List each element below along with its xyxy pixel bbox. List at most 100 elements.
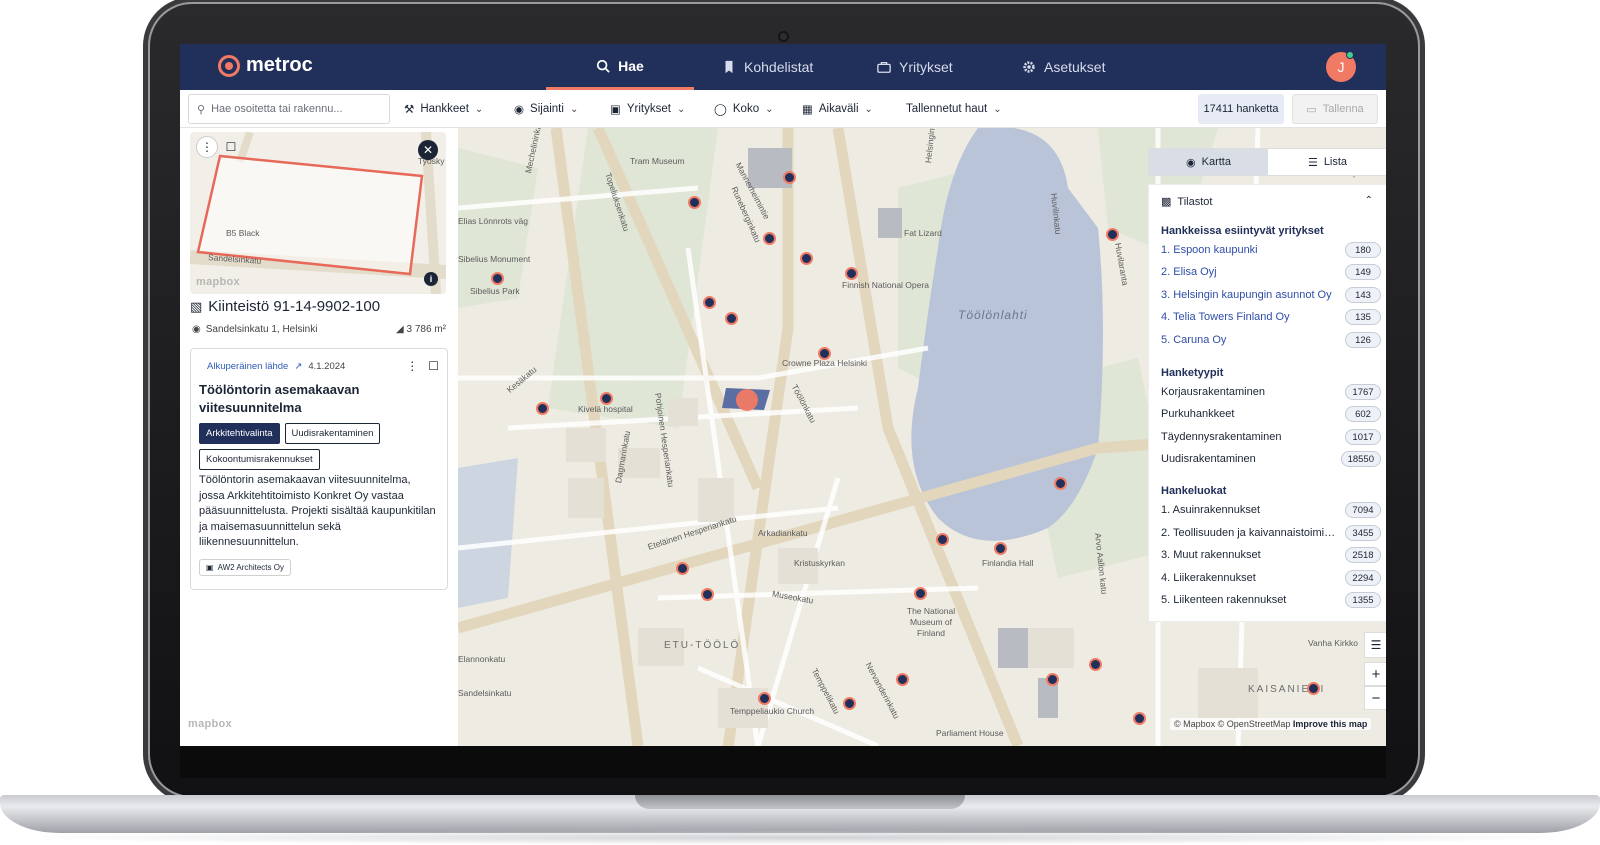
statistics-header[interactable]: ▩ Tilastot bbox=[1161, 195, 1212, 209]
filter-aikavali[interactable]: ▦ Aikaväli ⌄ bbox=[802, 98, 873, 120]
count-badge: 2294 bbox=[1345, 570, 1381, 586]
type-row[interactable]: Korjausrakentaminen 1767 bbox=[1161, 383, 1381, 401]
project-marker[interactable] bbox=[702, 295, 716, 309]
company-row[interactable]: 4. Telia Towers Finland Oy 135 bbox=[1161, 308, 1381, 326]
tab-hae[interactable]: Hae bbox=[546, 44, 694, 90]
tab-asetukset[interactable]: Asetukset bbox=[1022, 44, 1105, 90]
type-row[interactable]: Uudisrakentaminen 18550 bbox=[1161, 450, 1381, 468]
brand-logo[interactable]: metroc bbox=[218, 54, 313, 77]
project-marker[interactable] bbox=[700, 587, 714, 601]
more-options-icon[interactable]: ⋮ bbox=[196, 136, 218, 158]
class-name: 5. Liikenteen rakennukset bbox=[1161, 594, 1287, 606]
project-description: Töölöntorin asemakaavan viitesuunnitelma… bbox=[199, 474, 436, 548]
map-label: Arkadiankatu bbox=[758, 528, 808, 538]
close-icon[interactable]: ✕ bbox=[418, 140, 438, 160]
map-attribution: © Mapbox © OpenStreetMap Improve this ma… bbox=[1170, 718, 1372, 730]
property-minimap[interactable]: B5 Black Sandelsinkatu Työsky ⋮ ☐ ✕ i ma… bbox=[190, 132, 446, 294]
tab-kohdelistat[interactable]: Kohdelistat bbox=[722, 44, 813, 90]
project-marker[interactable] bbox=[687, 195, 701, 209]
search-input[interactable]: ⚲ Hae osoitetta tai rakennu... bbox=[188, 94, 390, 124]
filter-sijainti[interactable]: ◉ Sijainti ⌄ bbox=[514, 98, 578, 120]
tab-yritykset[interactable]: Yritykset bbox=[877, 44, 953, 90]
project-card[interactable]: Alkuperäinen lähde ↗ 4.1.2024 ⋮ ☐ Töölön… bbox=[190, 348, 448, 590]
filter-koko[interactable]: ◯ Koko ⌄ bbox=[714, 98, 773, 120]
class-row[interactable]: 5. Liikenteen rakennukset 1355 bbox=[1161, 591, 1381, 609]
project-marker[interactable] bbox=[842, 696, 856, 710]
zoom-in-button[interactable]: + bbox=[1364, 662, 1386, 686]
project-marker[interactable] bbox=[599, 391, 613, 405]
class-row[interactable]: 4. Liikerakennukset 2294 bbox=[1161, 569, 1381, 587]
project-marker[interactable] bbox=[1105, 227, 1119, 241]
project-marker[interactable] bbox=[844, 266, 858, 280]
improve-map-link[interactable]: Improve this map bbox=[1293, 719, 1368, 729]
project-marker[interactable] bbox=[935, 532, 949, 546]
map-label: Vanha Kirkko bbox=[1308, 638, 1358, 648]
map-label-lake: Töölönlahti bbox=[958, 308, 1028, 322]
company-name: 4. Telia Towers Finland Oy bbox=[1161, 311, 1290, 323]
type-row[interactable]: Purkuhankkeet 602 bbox=[1161, 405, 1381, 423]
project-marker[interactable] bbox=[675, 561, 689, 575]
project-tag[interactable]: Arkkitehtivalinta bbox=[199, 423, 280, 444]
filter-yritykset[interactable]: ▣ Yritykset ⌄ bbox=[610, 98, 685, 120]
bar-chart-icon: ▩ bbox=[1161, 196, 1172, 208]
project-tag[interactable]: Uudisrakentaminen bbox=[284, 423, 381, 444]
briefcase-icon: ▣ bbox=[610, 104, 621, 116]
company-name: 1. Espoon kaupunki bbox=[1161, 244, 1258, 256]
layers-button[interactable]: ☰ bbox=[1364, 632, 1386, 658]
class-row[interactable]: 1. Asuinrakennukset 7094 bbox=[1161, 501, 1381, 519]
class-row[interactable]: 3. Muut rakennukset 2518 bbox=[1161, 546, 1381, 564]
project-marker[interactable] bbox=[724, 311, 738, 325]
project-marker[interactable] bbox=[1053, 476, 1067, 490]
filter-tallennetut-haut[interactable]: Tallennetut haut ⌄ bbox=[906, 98, 1002, 120]
project-marker[interactable] bbox=[1132, 711, 1146, 725]
project-marker[interactable] bbox=[782, 170, 796, 184]
company-row[interactable]: 2. Elisa Oyj 149 bbox=[1161, 263, 1381, 281]
bookmark-icon[interactable]: ☐ bbox=[220, 136, 242, 158]
project-marker[interactable] bbox=[913, 586, 927, 600]
project-marker[interactable] bbox=[1306, 681, 1320, 695]
project-marker[interactable] bbox=[762, 231, 776, 245]
company-row[interactable]: 3. Helsingin kaupungin asunnot Oy 143 bbox=[1161, 286, 1381, 304]
count-badge: 602 bbox=[1345, 406, 1381, 422]
project-marker[interactable] bbox=[799, 251, 813, 265]
project-marker[interactable] bbox=[993, 541, 1007, 555]
original-source-link[interactable]: Alkuperäinen lähde ↗ 4.1.2024 bbox=[207, 361, 345, 372]
info-icon[interactable]: i bbox=[424, 272, 438, 286]
avatar-initial: J bbox=[1337, 59, 1345, 75]
minimap-place-label: B5 Black bbox=[226, 228, 260, 238]
list-view-button[interactable]: ☰ Lista bbox=[1268, 149, 1386, 175]
count-badge: 180 bbox=[1345, 242, 1381, 258]
company-row[interactable]: 5. Caruna Oy 126 bbox=[1161, 331, 1381, 349]
tab-label: Hae bbox=[618, 57, 644, 74]
project-marker[interactable] bbox=[1088, 657, 1102, 671]
search-icon bbox=[597, 59, 610, 73]
mapbox-attribution[interactable]: © Mapbox bbox=[1174, 719, 1215, 729]
zoom-out-button[interactable]: − bbox=[1364, 686, 1386, 710]
company-chip[interactable]: ▣ AW2 Architects Oy bbox=[199, 559, 291, 576]
chevron-up-icon[interactable]: ⌃ bbox=[1365, 195, 1373, 206]
project-marker[interactable] bbox=[1045, 672, 1059, 686]
project-marker[interactable] bbox=[490, 271, 504, 285]
bookmark-icon[interactable]: ☐ bbox=[428, 359, 439, 373]
company-name: 2. Elisa Oyj bbox=[1161, 266, 1217, 278]
company-row[interactable]: 1. Espoon kaupunki 180 bbox=[1161, 241, 1381, 259]
count-badge: 149 bbox=[1345, 264, 1381, 280]
project-marker[interactable] bbox=[535, 401, 549, 415]
project-marker[interactable] bbox=[895, 672, 909, 686]
save-button[interactable]: ▭ Tallenna bbox=[1292, 94, 1378, 124]
filter-hankkeet[interactable]: ⚒ Hankkeet ⌄ bbox=[404, 98, 483, 120]
tools-icon: ⚒ bbox=[404, 104, 415, 116]
project-marker[interactable] bbox=[757, 691, 771, 705]
count-badge: 135 bbox=[1345, 309, 1381, 325]
property-address: ◉ Sandelsinkatu 1, Helsinki bbox=[192, 324, 317, 335]
osm-attribution[interactable]: © OpenStreetMap bbox=[1218, 719, 1291, 729]
project-tag[interactable]: Kokoontumisrakennukset bbox=[199, 449, 320, 470]
company-name: 3. Helsingin kaupungin asunnot Oy bbox=[1161, 289, 1332, 301]
more-options-icon[interactable]: ⋮ bbox=[406, 359, 418, 373]
location-pin-icon: ◉ bbox=[514, 104, 525, 116]
class-row[interactable]: 2. Teollisuuden ja kaivannaistoiminnan 34… bbox=[1161, 524, 1381, 542]
map-view-button[interactable]: ◉ Kartta bbox=[1149, 149, 1268, 175]
project-marker[interactable] bbox=[817, 346, 831, 360]
type-row[interactable]: Täydennysrakentaminen 1017 bbox=[1161, 428, 1381, 446]
user-avatar[interactable]: J bbox=[1326, 51, 1356, 82]
